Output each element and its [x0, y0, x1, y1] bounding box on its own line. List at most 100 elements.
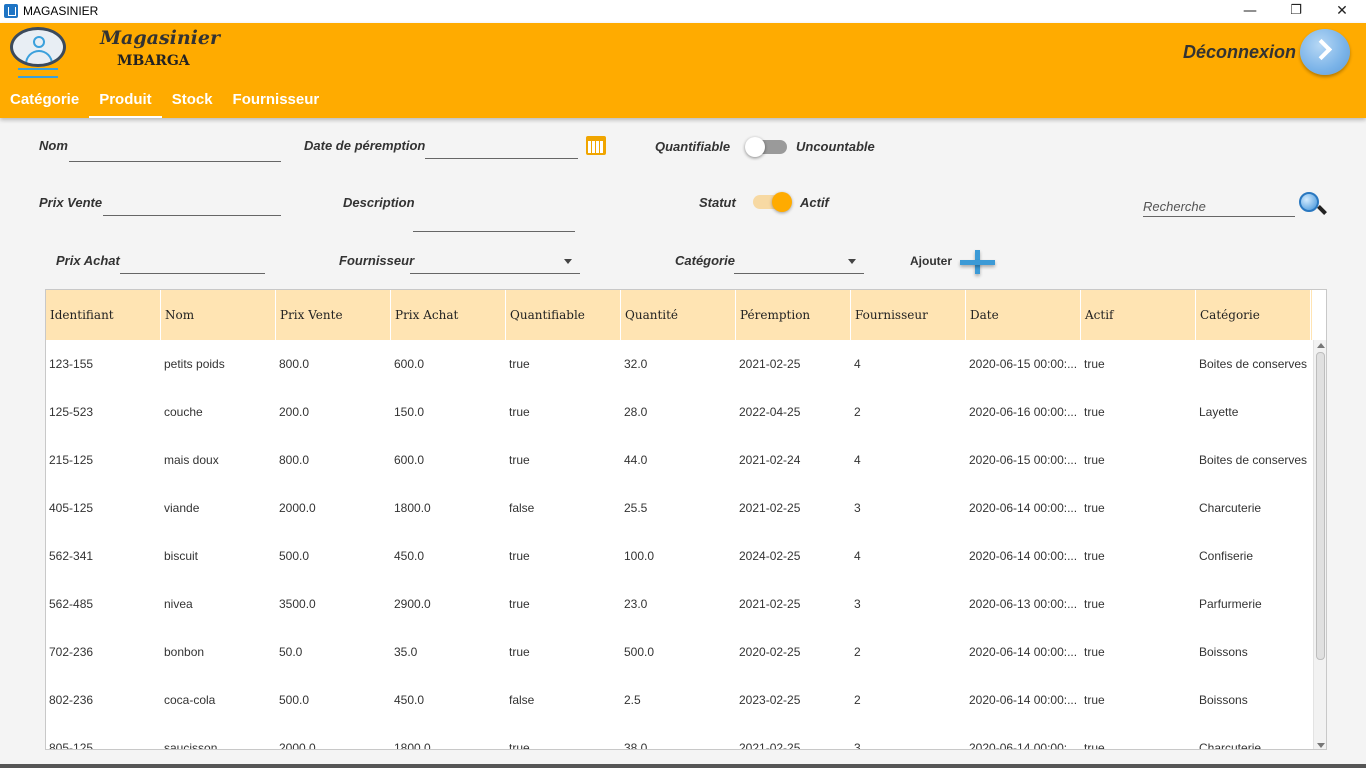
table-cell: 2020-06-14 00:00:... [969, 645, 1078, 659]
table-cell: 150.0 [394, 405, 425, 419]
table-cell: true [1084, 357, 1105, 371]
table-cell: Charcuterie [1199, 741, 1262, 750]
table-cell: 1800.0 [394, 501, 431, 515]
table-cell: 38.0 [624, 741, 648, 750]
col-header-prix-vente[interactable]: Prix Vente [276, 290, 391, 340]
scroll-up-icon[interactable] [1317, 343, 1325, 348]
table-cell: 2020-06-14 00:00:... [969, 693, 1078, 707]
avatar-base [18, 68, 58, 78]
maximize-button[interactable]: ❐ [1273, 0, 1319, 23]
table-cell: 125-523 [49, 405, 94, 419]
col-header-categorie[interactable]: Catégorie [1196, 290, 1311, 340]
table-cell: true [1084, 741, 1105, 750]
description-input[interactable] [413, 214, 575, 229]
table-row[interactable]: 123-155 petits poids 800.0 600.0 true 32.0 202… [46, 340, 1312, 388]
col-header-identifiant[interactable]: Identifiant [46, 290, 161, 340]
table-cell: biscuit [164, 549, 199, 563]
add-label[interactable]: Ajouter [910, 254, 952, 268]
table-cell: 2021-02-25 [739, 501, 801, 515]
statut-label: Statut [699, 195, 736, 210]
table-body: 123-155 petits poids 800.0 600.0 true 32.0 202… [46, 340, 1312, 750]
scroll-down-icon[interactable] [1317, 743, 1325, 748]
table-cell: 44.0 [624, 453, 648, 467]
table-cell: 2.5 [624, 693, 641, 707]
table-cell: 4 [854, 357, 861, 371]
logout-button[interactable] [1300, 29, 1350, 75]
search-icon[interactable] [1297, 190, 1327, 218]
prix-achat-field[interactable] [120, 256, 265, 274]
scroll-thumb[interactable] [1316, 352, 1325, 660]
date-field[interactable] [425, 141, 578, 159]
table-cell: 2 [854, 405, 861, 419]
table-row[interactable]: 802-236 coca-cola 500.0 450.0 false 2.5 2023-0… [46, 676, 1312, 724]
date-input[interactable] [425, 141, 578, 156]
description-label: Description [343, 195, 415, 210]
table-cell: true [509, 453, 530, 467]
table-cell: 2020-02-25 [739, 645, 801, 659]
app-header: Magasinier MBARGA Catégorie Produit Stoc… [0, 23, 1366, 118]
description-field[interactable] [413, 214, 575, 232]
table-cell: Boissons [1199, 693, 1248, 707]
col-header-peremption[interactable]: Péremption [736, 290, 851, 340]
col-header-nom[interactable]: Nom [161, 290, 276, 340]
table-cell: 215-125 [49, 453, 94, 467]
col-header-date[interactable]: Date [966, 290, 1081, 340]
table-row[interactable]: 562-485 nivea 3500.0 2900.0 true 23.0 2021-02-… [46, 580, 1312, 628]
table-scrollbar[interactable] [1313, 340, 1326, 749]
prix-vente-field[interactable] [103, 198, 281, 216]
nom-label: Nom [39, 138, 68, 153]
col-header-fournisseur[interactable]: Fournisseur [851, 290, 966, 340]
col-header-quantifiable[interactable]: Quantifiable [506, 290, 621, 340]
calendar-icon[interactable] [586, 136, 606, 155]
table-cell: viande [164, 501, 200, 515]
statut-toggle[interactable] [753, 192, 792, 212]
logout-label[interactable]: Déconnexion [1183, 42, 1296, 63]
window-title: MAGASINIER [23, 4, 99, 18]
nom-input[interactable] [69, 144, 281, 159]
table-cell: Parfurmerie [1199, 597, 1262, 611]
table-row[interactable]: 562-341 biscuit 500.0 450.0 true 100.0 2024-02… [46, 532, 1312, 580]
fournisseur-combo[interactable] [410, 273, 580, 274]
col-header-quantite[interactable]: Quantité [621, 290, 736, 340]
table-cell: 123-155 [49, 357, 94, 371]
col-header-prix-achat[interactable]: Prix Achat [391, 290, 506, 340]
tab-produit[interactable]: Produit [89, 89, 162, 118]
prix-vente-input[interactable] [103, 198, 281, 213]
table-cell: 4 [854, 453, 861, 467]
tab-stock[interactable]: Stock [162, 89, 223, 118]
tab-categorie[interactable]: Catégorie [0, 89, 89, 118]
table-cell: petits poids [164, 357, 225, 371]
table-cell: 805-125 [49, 741, 94, 750]
table-cell: 2023-02-25 [739, 693, 801, 707]
chevron-down-icon[interactable] [848, 259, 856, 264]
table-cell: Layette [1199, 405, 1239, 419]
categorie-combo[interactable] [734, 273, 864, 274]
search-input[interactable] [1143, 199, 1295, 214]
table-row[interactable]: 405-125 viande 2000.0 1800.0 false 25.5 2021-0… [46, 484, 1312, 532]
close-button[interactable]: ✕ [1319, 0, 1365, 23]
nom-field[interactable] [69, 144, 281, 162]
table-cell: true [1084, 549, 1105, 563]
search-field[interactable] [1143, 199, 1295, 217]
table-row[interactable]: 125-523 couche 200.0 150.0 true 28.0 2022-04-2… [46, 388, 1312, 436]
chevron-down-icon[interactable] [564, 259, 572, 264]
table-row[interactable]: 805-125 saucisson 2000.0 1800.0 true 38.0 2021… [46, 724, 1312, 750]
tab-fournisseur[interactable]: Fournisseur [223, 89, 330, 118]
statut-state: Actif [800, 195, 829, 210]
table-cell: 23.0 [624, 597, 648, 611]
col-header-actif[interactable]: Actif [1081, 290, 1196, 340]
table-cell: 2020-06-14 00:00:... [969, 549, 1078, 563]
table-cell: 450.0 [394, 693, 425, 707]
prix-vente-label: Prix Vente [39, 195, 103, 210]
table-cell: 2020-06-16 00:00:... [969, 405, 1078, 419]
table-cell: 2020-06-13 00:00:... [969, 597, 1078, 611]
quantifiable-toggle[interactable] [745, 137, 787, 157]
table-cell: 2020-06-15 00:00:... [969, 453, 1078, 467]
table-row[interactable]: 702-236 bonbon 50.0 35.0 true 500.0 2020-02-25… [46, 628, 1312, 676]
table-cell: 35.0 [394, 645, 418, 659]
table-cell: bonbon [164, 645, 205, 659]
add-icon[interactable] [958, 250, 996, 274]
table-row[interactable]: 215-125 mais doux 800.0 600.0 true 44.0 2021-0… [46, 436, 1312, 484]
minimize-button[interactable]: — [1227, 0, 1273, 23]
prix-achat-input[interactable] [120, 256, 265, 271]
